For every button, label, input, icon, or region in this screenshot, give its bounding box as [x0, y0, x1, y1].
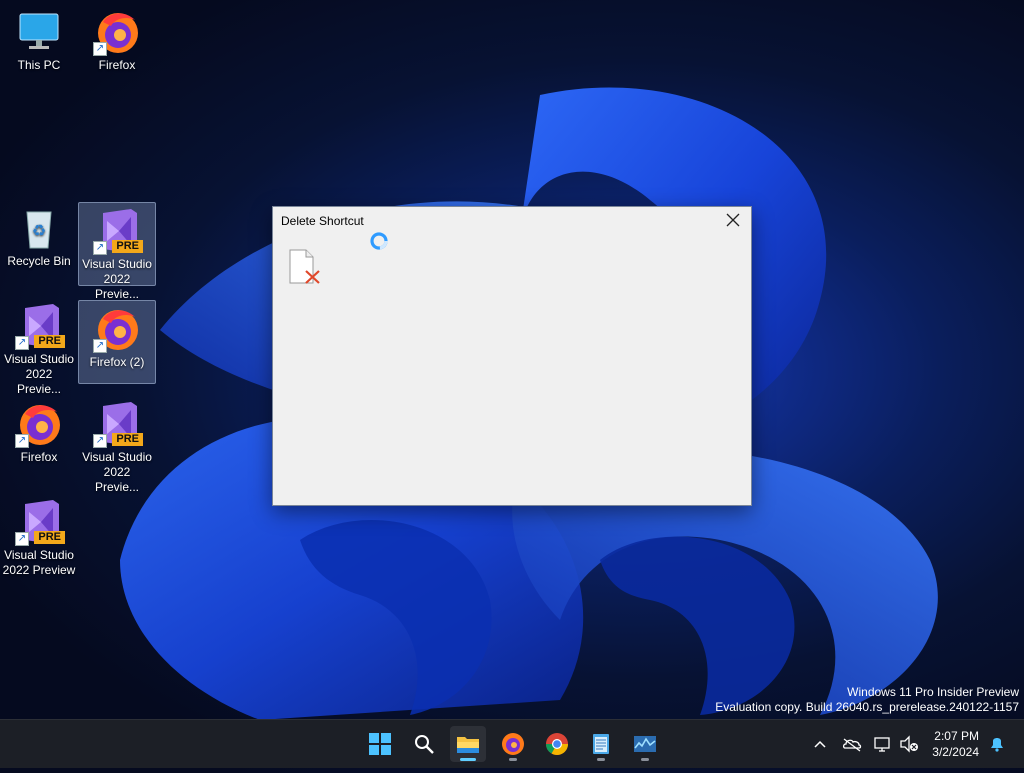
pre-badge: PRE: [34, 335, 65, 348]
firefox-icon: [502, 733, 524, 755]
running-indicator: [597, 758, 605, 761]
firefox-icon: ↗: [93, 8, 141, 56]
firefox-icon: ↗: [93, 305, 141, 353]
desktop-icon-label: Firefox: [98, 58, 136, 72]
desktop-icon-label: Visual Studio 2022 Previe...: [82, 450, 152, 494]
recycle-bin-icon: ♻: [15, 204, 63, 252]
taskbar-file-explorer[interactable]: [450, 726, 486, 762]
evaluation-watermark: Windows 11 Pro Insider Preview Evaluatio…: [715, 685, 1019, 715]
visual-studio-icon: ↗ PRE: [15, 498, 65, 546]
active-indicator: [460, 758, 476, 761]
pre-badge: PRE: [112, 433, 143, 446]
shortcut-arrow-icon: ↗: [93, 339, 107, 353]
pre-badge: PRE: [112, 240, 143, 253]
search-button[interactable]: [406, 726, 442, 762]
desktop-icon-label: Visual Studio 2022 Previe...: [4, 352, 74, 396]
desktop-icon-visual-studio[interactable]: ↗ PRE Visual Studio 2022 Previe...: [78, 202, 156, 301]
notepad-icon: [593, 734, 609, 754]
visual-studio-icon: ↗ PRE: [93, 400, 143, 448]
desktop-icon-label: Visual Studio 2022 Previe...: [82, 257, 152, 301]
chevron-up-icon: [814, 740, 826, 748]
desktop-icon-firefox[interactable]: ↗ Firefox: [78, 4, 156, 88]
desktop-icon-firefox-2[interactable]: ↗ Firefox (2): [78, 300, 156, 384]
start-button[interactable]: [362, 726, 398, 762]
desktop-icon-label: Firefox: [20, 450, 58, 464]
shortcut-arrow-icon: ↗: [15, 336, 29, 350]
close-icon: [726, 213, 740, 227]
visual-studio-icon: ↗ PRE: [15, 302, 65, 350]
desktop-icon-visual-studio[interactable]: ↗ PRE Visual Studio 2022 Preview: [0, 494, 78, 578]
desktop-icon-label: Firefox (2): [89, 355, 145, 369]
close-button[interactable]: [719, 209, 747, 233]
shortcut-arrow-icon: ↗: [93, 241, 107, 255]
taskbar-notepad[interactable]: [583, 726, 619, 762]
desktop-icon-label: Recycle Bin: [7, 254, 71, 268]
computer-icon: [15, 8, 63, 56]
taskbar-task-manager[interactable]: [627, 726, 663, 762]
watermark-line-2: Evaluation copy. Build 26040.rs_prerelea…: [715, 700, 1019, 714]
file-explorer-icon: [457, 737, 479, 753]
desktop-icon-this-pc[interactable]: This PC: [0, 4, 78, 88]
search-icon: [415, 735, 434, 754]
desktop-icon-label: Visual Studio 2022 Preview: [2, 548, 76, 577]
desktop-icon-firefox[interactable]: ↗ Firefox: [0, 396, 78, 480]
running-indicator: [641, 758, 649, 761]
taskbar-firefox[interactable]: [495, 726, 531, 762]
clock[interactable]: 2:07 PM 3/2/2024: [932, 728, 979, 760]
desktop-icon-recycle-bin[interactable]: ♻ Recycle Bin: [0, 200, 78, 284]
clock-date: 3/2/2024: [932, 745, 979, 759]
onedrive-offline-icon: [842, 738, 862, 752]
delete-shortcut-dialog: Delete Shortcut: [272, 206, 752, 506]
running-indicator: [509, 758, 517, 761]
desktop-icon-label: This PC: [17, 58, 61, 72]
desktop-icon-visual-studio[interactable]: ↗ PRE Visual Studio 2022 Previe...: [0, 298, 78, 396]
network-button[interactable]: [872, 720, 894, 768]
onedrive-button[interactable]: [840, 720, 864, 768]
notifications-button[interactable]: [986, 720, 1008, 768]
network-icon: [874, 737, 890, 752]
taskbar-chrome[interactable]: [539, 726, 575, 762]
show-hidden-icons-button[interactable]: [810, 720, 830, 768]
notification-bell-icon: [991, 738, 1003, 752]
dialog-title: Delete Shortcut: [281, 214, 364, 228]
volume-muted-icon: [900, 735, 918, 753]
start-icon: [369, 733, 391, 755]
clock-time: 2:07 PM: [934, 729, 979, 743]
shortcut-arrow-icon: ↗: [15, 434, 29, 448]
taskbar: 2:07 PM 3/2/2024: [0, 719, 1024, 768]
pre-badge: PRE: [34, 531, 65, 544]
desktop-icon-visual-studio[interactable]: ↗ PRE Visual Studio 2022 Previe...: [78, 396, 156, 494]
task-manager-icon: [634, 736, 656, 752]
firefox-icon: ↗: [15, 400, 63, 448]
svg-text:♻: ♻: [32, 223, 46, 240]
shortcut-arrow-icon: ↗: [93, 434, 107, 448]
busy-cursor-icon: [369, 231, 389, 251]
watermark-line-1: Windows 11 Pro Insider Preview: [847, 685, 1019, 699]
shortcut-arrow-icon: ↗: [93, 42, 107, 56]
chrome-icon: [546, 733, 568, 755]
volume-button[interactable]: [898, 720, 920, 768]
shortcut-arrow-icon: ↗: [15, 532, 29, 546]
file-delete-icon: [288, 249, 322, 285]
visual-studio-icon: ↗ PRE: [93, 207, 143, 255]
